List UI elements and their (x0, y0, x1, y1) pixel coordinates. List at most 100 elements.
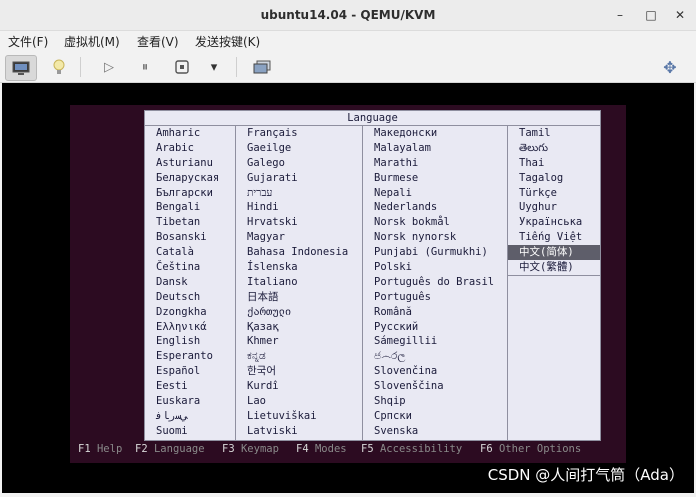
language-item[interactable]: Suomi (145, 424, 235, 439)
language-item[interactable]: Türkçe (508, 186, 600, 201)
fkey-other-options[interactable]: F6 Other Options (480, 443, 581, 455)
language-item[interactable]: 한국어 (236, 364, 362, 379)
language-item[interactable]: Slovenščina (363, 379, 507, 394)
language-item[interactable]: ජ෴෮ල (363, 349, 507, 364)
language-item[interactable]: Esperanto (145, 349, 235, 364)
language-item-selected[interactable]: 中文(简体) (508, 245, 600, 261)
language-item[interactable]: Français (236, 126, 362, 141)
fkey-keymap[interactable]: F3 Keymap (222, 443, 279, 455)
language-item[interactable]: Khmer (236, 334, 362, 349)
maximize-button[interactable]: □ (643, 7, 659, 23)
language-item[interactable]: Қазақ (236, 320, 362, 335)
language-item[interactable]: Српски (363, 409, 507, 424)
language-item[interactable]: Gujarati (236, 171, 362, 186)
move-icon[interactable]: ✥ (658, 55, 682, 79)
dialog-title: Language (145, 111, 600, 126)
language-column-2: Français Gaeilge Galego Gujarati עברית Hindi H… (236, 126, 363, 440)
close-button[interactable]: ✕ (672, 7, 688, 23)
language-item[interactable]: Dzongkha (145, 305, 235, 320)
language-item[interactable]: Eesti (145, 379, 235, 394)
language-item[interactable]: Gaeilge (236, 141, 362, 156)
language-item[interactable]: Português do Brasil (363, 275, 507, 290)
language-item[interactable]: Amharic (145, 126, 235, 141)
language-item[interactable]: Bengali (145, 200, 235, 215)
vm-display[interactable]: Language Amharic Arabic Asturianu Беларуска… (2, 83, 694, 493)
language-item[interactable]: Bosanski (145, 230, 235, 245)
language-item[interactable]: Українська (508, 215, 600, 230)
language-item[interactable]: Tagalog (508, 171, 600, 186)
language-item[interactable]: Nepali (363, 186, 507, 201)
play-icon[interactable]: ▷ (98, 55, 120, 79)
fkey-accessibility[interactable]: F5 Accessibility (361, 443, 462, 455)
menu-view[interactable]: 查看(V) (137, 33, 179, 50)
language-item[interactable]: Norsk nynorsk (363, 230, 507, 245)
window-title: ubuntu14.04 - QEMU/KVM (260, 8, 436, 22)
menu-vm[interactable]: 虚拟机(M) (64, 33, 120, 50)
language-item[interactable]: Asturianu (145, 156, 235, 171)
pause-icon[interactable]: ⏸ (134, 55, 156, 79)
stop-icon[interactable] (171, 55, 193, 79)
language-item[interactable]: Català (145, 245, 235, 260)
language-item[interactable]: Marathi (363, 156, 507, 171)
language-item[interactable]: Tiếng Việt (508, 230, 600, 245)
monitor-icon[interactable] (5, 55, 37, 81)
function-key-bar: F1 Help F2 Language F3 Keymap F4 Modes F… (78, 443, 623, 457)
language-item[interactable]: Norsk bokmål (363, 215, 507, 230)
language-item[interactable]: Malayalam (363, 141, 507, 156)
language-item[interactable]: Latviski (236, 424, 362, 439)
language-item[interactable]: ქართული (236, 305, 362, 320)
language-item[interactable]: ಕನ್ನಡ (236, 349, 362, 364)
language-item[interactable]: Burmese (363, 171, 507, 186)
language-item[interactable]: Magyar (236, 230, 362, 245)
language-item[interactable]: Hindi (236, 200, 362, 215)
language-column-3: Македонски Malayalam Marathi Burmese Nepali N… (363, 126, 508, 440)
language-item[interactable]: Русский (363, 320, 507, 335)
menu-file[interactable]: 文件(F) (8, 33, 48, 50)
language-item[interactable]: Македонски (363, 126, 507, 141)
language-item[interactable]: Hrvatski (236, 215, 362, 230)
language-item[interactable]: ﻲﺳﺭﺎﻓ (145, 409, 235, 424)
language-item[interactable]: Italiano (236, 275, 362, 290)
language-item[interactable]: Беларуская (145, 171, 235, 186)
language-item[interactable]: 中文(繁體) (508, 260, 600, 275)
language-item[interactable]: Ελληνικά (145, 320, 235, 335)
screenshot-icon[interactable] (250, 55, 274, 79)
language-item[interactable]: Íslenska (236, 260, 362, 275)
language-item[interactable]: Tibetan (145, 215, 235, 230)
language-item[interactable]: 日本語 (236, 290, 362, 305)
language-item[interactable]: Sámegillii (363, 334, 507, 349)
language-item[interactable]: Dansk (145, 275, 235, 290)
fkey-help[interactable]: F1 Help (78, 443, 122, 455)
fkey-modes[interactable]: F4 Modes (296, 443, 347, 455)
language-item[interactable]: Čeština (145, 260, 235, 275)
language-item[interactable]: Bahasa Indonesia (236, 245, 362, 260)
language-item[interactable]: Deutsch (145, 290, 235, 305)
menu-send-key[interactable]: 发送按键(K) (195, 33, 260, 50)
language-item[interactable]: Български (145, 186, 235, 201)
language-item[interactable]: Shqip (363, 394, 507, 409)
lightbulb-icon[interactable] (48, 55, 70, 79)
language-item[interactable]: Uyghur (508, 200, 600, 215)
language-item[interactable]: Kurdî (236, 379, 362, 394)
language-item[interactable]: Punjabi (Gurmukhi) (363, 245, 507, 260)
language-item[interactable]: Lao (236, 394, 362, 409)
language-item[interactable]: Slovenčina (363, 364, 507, 379)
fkey-language[interactable]: F2 Language (135, 443, 205, 455)
language-item[interactable]: Nederlands (363, 200, 507, 215)
language-item[interactable]: Português (363, 290, 507, 305)
language-item[interactable]: Thai (508, 156, 600, 171)
language-item[interactable]: Arabic (145, 141, 235, 156)
language-item[interactable]: Galego (236, 156, 362, 171)
language-item[interactable]: Română (363, 305, 507, 320)
language-item[interactable]: עברית (236, 186, 362, 201)
language-item[interactable]: English (145, 334, 235, 349)
chevron-down-icon[interactable]: ▾ (205, 55, 223, 79)
language-item[interactable]: Tamil (508, 126, 600, 141)
language-item[interactable]: Svenska (363, 424, 507, 439)
language-item[interactable]: Español (145, 364, 235, 379)
minimize-button[interactable]: – (612, 7, 628, 23)
language-item[interactable]: తెలుగు (508, 141, 600, 156)
language-item[interactable]: Lietuviškai (236, 409, 362, 424)
language-item[interactable]: Euskara (145, 394, 235, 409)
language-item[interactable]: Polski (363, 260, 507, 275)
